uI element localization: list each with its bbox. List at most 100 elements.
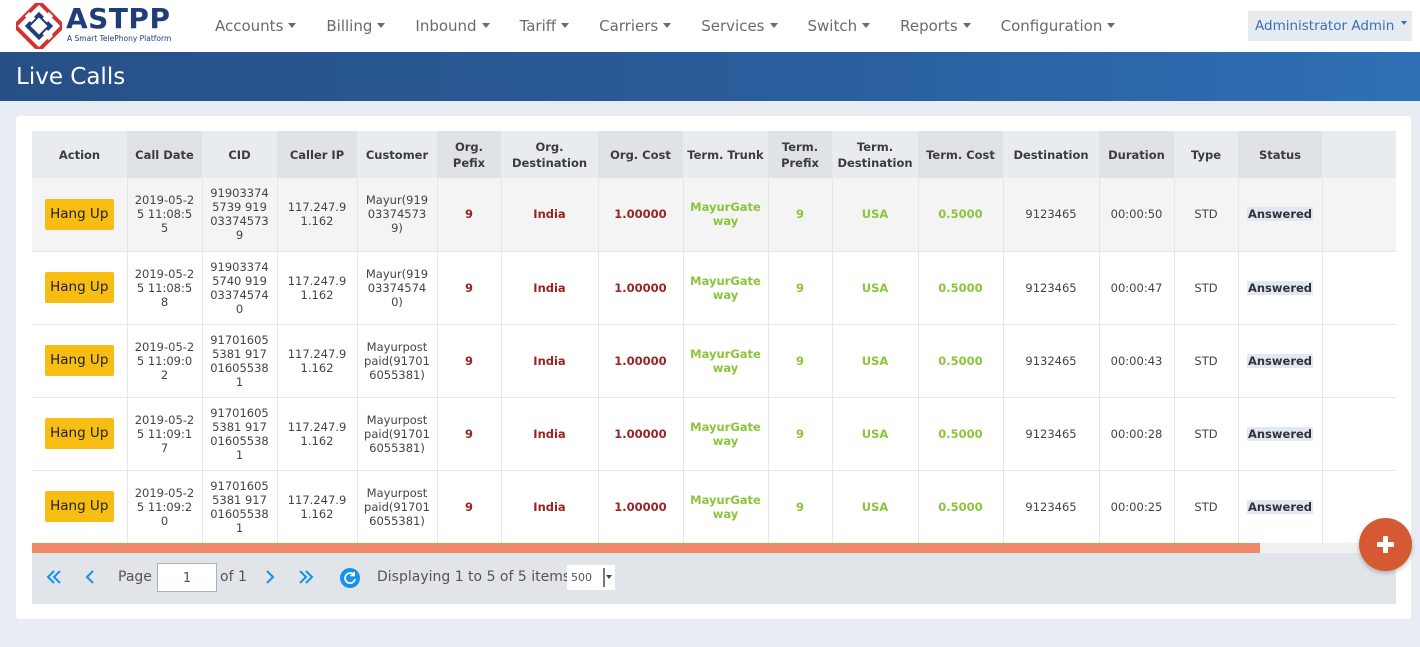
status-badge: Answered bbox=[1246, 280, 1314, 295]
status-badge: Answered bbox=[1246, 207, 1314, 222]
nav-item-carriers[interactable]: Carriers bbox=[599, 17, 672, 35]
customer-cell: Mayurpostpaid(917016055381) bbox=[357, 397, 438, 471]
table-viewport[interactable]: Action Call Date CID Caller IP Customer … bbox=[32, 131, 1396, 543]
nav-item-label: Services bbox=[701, 17, 765, 35]
nav-item-label: Configuration bbox=[1000, 17, 1103, 35]
next-page-icon[interactable] bbox=[260, 567, 278, 587]
hang-up-button[interactable]: Hang Up bbox=[44, 272, 114, 303]
brand-name: ASTPP bbox=[66, 2, 171, 35]
caller-ip-cell: 117.247.91.162 bbox=[277, 251, 358, 325]
nav-item-reports[interactable]: Reports bbox=[900, 17, 971, 35]
customer-cell: Mayur(919033745739) bbox=[357, 178, 438, 252]
column-header[interactable]: Org. Pefix bbox=[437, 131, 501, 178]
nav-item-billing[interactable]: Billing bbox=[326, 17, 386, 35]
destination-cell: 9123465 bbox=[1003, 251, 1100, 325]
term-prefix-cell: 9 bbox=[768, 324, 833, 398]
user-menu-button[interactable]: Administrator Admin bbox=[1248, 11, 1412, 41]
duration-cell: 00:00:28 bbox=[1099, 397, 1175, 471]
table-row: Hang Up 2019-05-25 11:08:55 919033745739… bbox=[32, 178, 1396, 252]
org-destination-cell: India bbox=[501, 178, 599, 252]
action-cell: Hang Up bbox=[32, 251, 128, 325]
r-cell: P bbox=[1322, 178, 1396, 252]
column-header[interactable]: R bbox=[1322, 131, 1396, 178]
table-row: Hang Up 2019-05-25 11:09:02 917016055381… bbox=[32, 324, 1396, 398]
call-date-cell: 2019-05-25 11:09:02 bbox=[127, 324, 203, 398]
term-trunk-cell: MayurGateway bbox=[683, 251, 769, 325]
term-cost-cell: 0.5000 bbox=[918, 251, 1004, 325]
nav-item-label: Accounts bbox=[215, 17, 284, 35]
scrollbar-thumb[interactable] bbox=[32, 543, 1260, 553]
status-cell: Answered bbox=[1238, 324, 1323, 398]
table-row: Hang Up 2019-05-25 11:09:20 917016055381… bbox=[32, 470, 1396, 543]
org-prefix-cell: 9 bbox=[437, 251, 502, 325]
column-header[interactable]: Duration bbox=[1099, 131, 1174, 178]
page-number-input[interactable]: 1 bbox=[157, 563, 217, 592]
org-cost-cell: 1.00000 bbox=[598, 251, 684, 325]
column-header[interactable]: Caller IP bbox=[277, 131, 357, 178]
nav-item-switch[interactable]: Switch bbox=[808, 17, 871, 35]
column-header[interactable]: Destination bbox=[1003, 131, 1099, 178]
prev-page-icon[interactable] bbox=[82, 567, 100, 587]
action-cell: Hang Up bbox=[32, 470, 128, 543]
term-prefix-cell: 9 bbox=[768, 251, 833, 325]
column-header[interactable]: Org. Destination bbox=[501, 131, 598, 178]
column-header[interactable]: Call Date bbox=[127, 131, 202, 178]
r-cell: P bbox=[1322, 324, 1396, 398]
select-divider bbox=[603, 568, 605, 587]
caller-ip-cell: 117.247.91.162 bbox=[277, 324, 358, 398]
page-count-label: of 1 bbox=[220, 569, 247, 585]
term-cost-cell: 0.5000 bbox=[918, 324, 1004, 398]
org-destination-cell: India bbox=[501, 324, 599, 398]
cid-cell: 919033745740 919033745740 bbox=[202, 251, 278, 325]
refresh-icon[interactable] bbox=[340, 568, 360, 588]
table-row: Hang Up 2019-05-25 11:09:17 917016055381… bbox=[32, 397, 1396, 471]
nav-item-configuration[interactable]: Configuration bbox=[1001, 17, 1116, 35]
first-page-icon[interactable] bbox=[45, 567, 63, 587]
column-header[interactable]: Status bbox=[1238, 131, 1322, 178]
column-header[interactable]: CID bbox=[202, 131, 277, 178]
caller-ip-cell: 117.247.91.162 bbox=[277, 470, 358, 543]
hang-up-button[interactable]: Hang Up bbox=[44, 418, 114, 449]
column-header[interactable]: Term. Prefix bbox=[768, 131, 832, 178]
status-badge: Answered bbox=[1246, 353, 1314, 368]
status-cell: Answered bbox=[1238, 178, 1323, 252]
table-row: Hang Up 2019-05-25 11:08:58 919033745740… bbox=[32, 251, 1396, 325]
hang-up-button[interactable]: Hang Up bbox=[44, 198, 114, 230]
type-cell: STD bbox=[1174, 324, 1239, 398]
pagination-bar: Page 1 of 1 Displaying 1 to 5 of 5 items… bbox=[32, 553, 1396, 604]
column-header[interactable]: Term. Cost bbox=[918, 131, 1003, 178]
page-title: Live Calls bbox=[16, 64, 126, 90]
add-icon[interactable] bbox=[1359, 518, 1412, 571]
caret-down-icon bbox=[481, 23, 490, 28]
nav-item-accounts[interactable]: Accounts bbox=[215, 17, 297, 35]
column-header[interactable]: Type bbox=[1174, 131, 1238, 178]
column-header[interactable]: Action bbox=[32, 131, 127, 178]
hang-up-button[interactable]: Hang Up bbox=[44, 491, 114, 522]
last-page-icon[interactable] bbox=[297, 567, 315, 587]
column-header[interactable]: Term. Destination bbox=[832, 131, 918, 178]
cid-cell: 917016055381 917016055381 bbox=[202, 324, 278, 398]
column-header[interactable]: Org. Cost bbox=[598, 131, 683, 178]
hang-up-button[interactable]: Hang Up bbox=[44, 345, 114, 376]
term-destination-cell: USA bbox=[832, 397, 919, 471]
column-header[interactable]: Customer bbox=[357, 131, 437, 178]
horizontal-scrollbar[interactable] bbox=[32, 543, 1396, 553]
r-cell: P bbox=[1322, 397, 1396, 471]
status-badge: Answered bbox=[1246, 426, 1314, 441]
term-trunk-cell: MayurGateway bbox=[683, 178, 769, 252]
nav-item-inbound[interactable]: Inbound bbox=[415, 17, 490, 35]
page-header: Live Calls bbox=[0, 52, 1420, 101]
nav-item-tariff[interactable]: Tariff bbox=[520, 17, 570, 35]
nav-item-label: Switch bbox=[807, 17, 858, 35]
cid-cell: 917016055381 917016055381 bbox=[202, 470, 278, 543]
r-cell: P bbox=[1322, 251, 1396, 325]
term-trunk-cell: MayurGateway bbox=[683, 397, 769, 471]
nav-item-services[interactable]: Services bbox=[701, 17, 778, 35]
org-prefix-cell: 9 bbox=[437, 470, 502, 543]
column-header[interactable]: Term. Trunk bbox=[683, 131, 768, 178]
duration-cell: 00:00:43 bbox=[1099, 324, 1175, 398]
caret-down-icon bbox=[962, 23, 971, 28]
page-size-select[interactable]: 500 bbox=[567, 565, 615, 590]
customer-cell: Mayur(919033745740) bbox=[357, 251, 438, 325]
astpp-logo[interactable]: ASTPP A Smart TelePhony Platform bbox=[16, 2, 196, 49]
